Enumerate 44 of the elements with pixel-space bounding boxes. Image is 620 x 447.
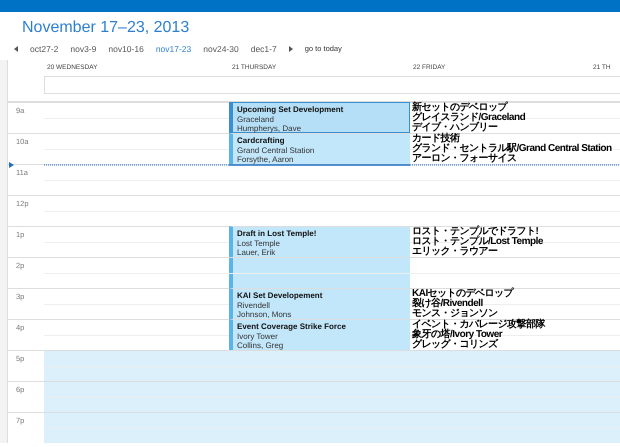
- event-title: Draft in Lost Temple!: [237, 229, 318, 238]
- previous-week-icon[interactable]: [14, 46, 18, 52]
- translation-line: カード技術: [412, 134, 460, 144]
- translation-line: 象牙の塔/Ivory Tower: [412, 330, 504, 340]
- translation-line: グレイスランド/Graceland: [412, 113, 526, 123]
- all-day-row[interactable]: [44, 76, 620, 94]
- event-location: Graceland: [237, 114, 275, 124]
- next-week-icon[interactable]: [288, 46, 293, 52]
- week-link[interactable]: dec1-7: [250, 42, 277, 56]
- translation-line: アーロン・フォーサイス: [412, 154, 518, 164]
- event-block[interactable]: Upcoming Set Development Graceland Humpherys, Dave: [229, 102, 410, 133]
- week-link[interactable]: nov3-9: [70, 42, 96, 56]
- translation-line: 裂け谷/Rivendell: [412, 299, 484, 309]
- event-block[interactable]: Cardcrafting Grand Central Station Forsythe, Aaron: [229, 133, 410, 164]
- event-block[interactable]: Event Coverage Strike Force Ivory Tower Collins, Greg: [229, 319, 410, 350]
- event-location: Grand Central Station: [237, 146, 316, 155]
- translation-line: グレッグ・コリンズ: [412, 340, 500, 350]
- event-title: Event Coverage Strike Force: [237, 322, 347, 332]
- event-location: Ivory Tower: [237, 332, 279, 341]
- week-link[interactable]: nov17-23: [156, 42, 192, 56]
- event-organizer: Humpherys, Dave: [237, 124, 302, 134]
- event-location: Lost Temple: [237, 238, 281, 248]
- week-link[interactable]: nov10-16: [108, 42, 144, 56]
- translation-line: ロスト・テンプル/Lost Temple: [412, 237, 544, 247]
- translation-line: 新セットのデベロップ: [412, 103, 508, 113]
- event-organizer: Lauer, Erik: [237, 248, 276, 258]
- event-block[interactable]: KAI Set Developement Rivendell Johnson, Mons: [229, 288, 410, 319]
- translation-line: ロスト・テンプルでドラフト!: [412, 227, 538, 237]
- event-title: Cardcrafting: [237, 136, 286, 146]
- translation-line: イベント・カバレージ攻撃部隊: [412, 320, 546, 330]
- translation-line: KAIセットのデベロップ: [412, 289, 515, 299]
- week-link[interactable]: nov24-30: [203, 42, 239, 56]
- translation-line: グランド・セントラル駅/Grand Central Station: [412, 144, 613, 154]
- event-organizer: Johnson, Mons: [237, 310, 292, 320]
- page-title: November 17–23, 2013: [22, 18, 190, 38]
- event-organizer: Forsythe, Aaron: [237, 155, 294, 164]
- week-link[interactable]: oct27-2: [30, 42, 58, 56]
- translation-line: モンス・ジョンソン: [412, 309, 498, 319]
- translation-line: デイブ・ハンブリー: [412, 123, 498, 133]
- event-title: KAI Set Developement: [237, 291, 324, 300]
- translation-line: エリック・ラウアー: [412, 247, 498, 257]
- event-location: Rivendell: [237, 300, 271, 310]
- event-organizer: Collins, Greg: [237, 341, 284, 350]
- event-title: Upcoming Set Development: [237, 105, 344, 114]
